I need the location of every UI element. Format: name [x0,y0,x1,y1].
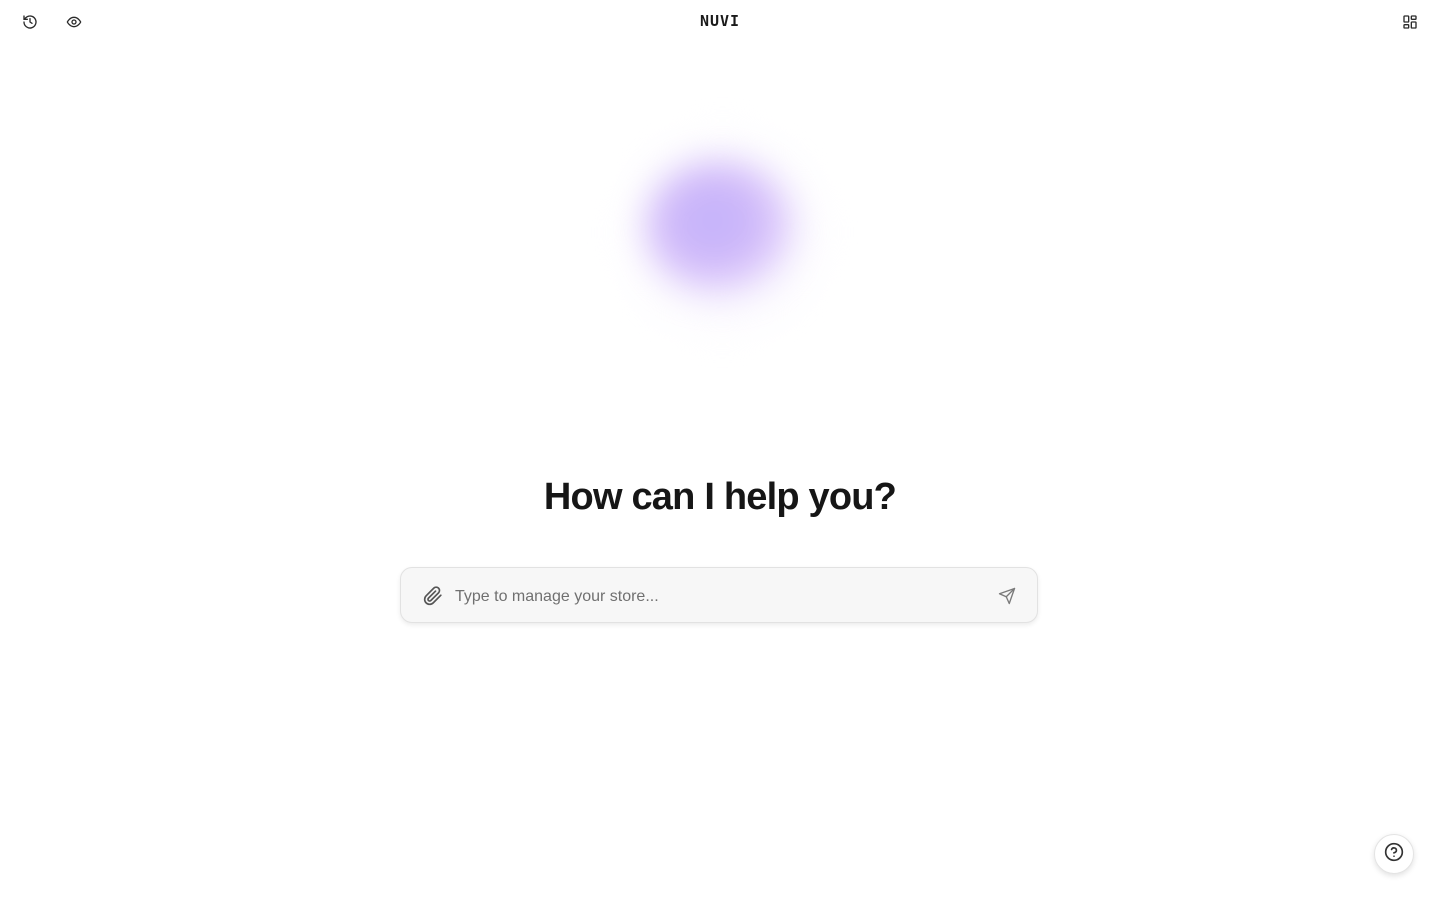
assistant-orb [570,80,870,380]
orb-core [645,160,795,295]
brand-logo: NUVI [699,12,741,30]
chat-input[interactable] [453,582,977,612]
paperclip-icon [423,586,443,606]
send-icon [998,587,1016,605]
help-button[interactable] [1374,834,1414,874]
page-title: How can I help you? [543,476,897,518]
help-circle-icon [1384,842,1404,867]
attach-button[interactable] [419,582,447,610]
chat-composer [400,567,1038,623]
layout-grid-icon [1402,14,1418,30]
layout-toggle-button[interactable] [1396,8,1424,36]
send-button[interactable] [993,582,1021,610]
top-bar: NUVI [0,0,1440,44]
